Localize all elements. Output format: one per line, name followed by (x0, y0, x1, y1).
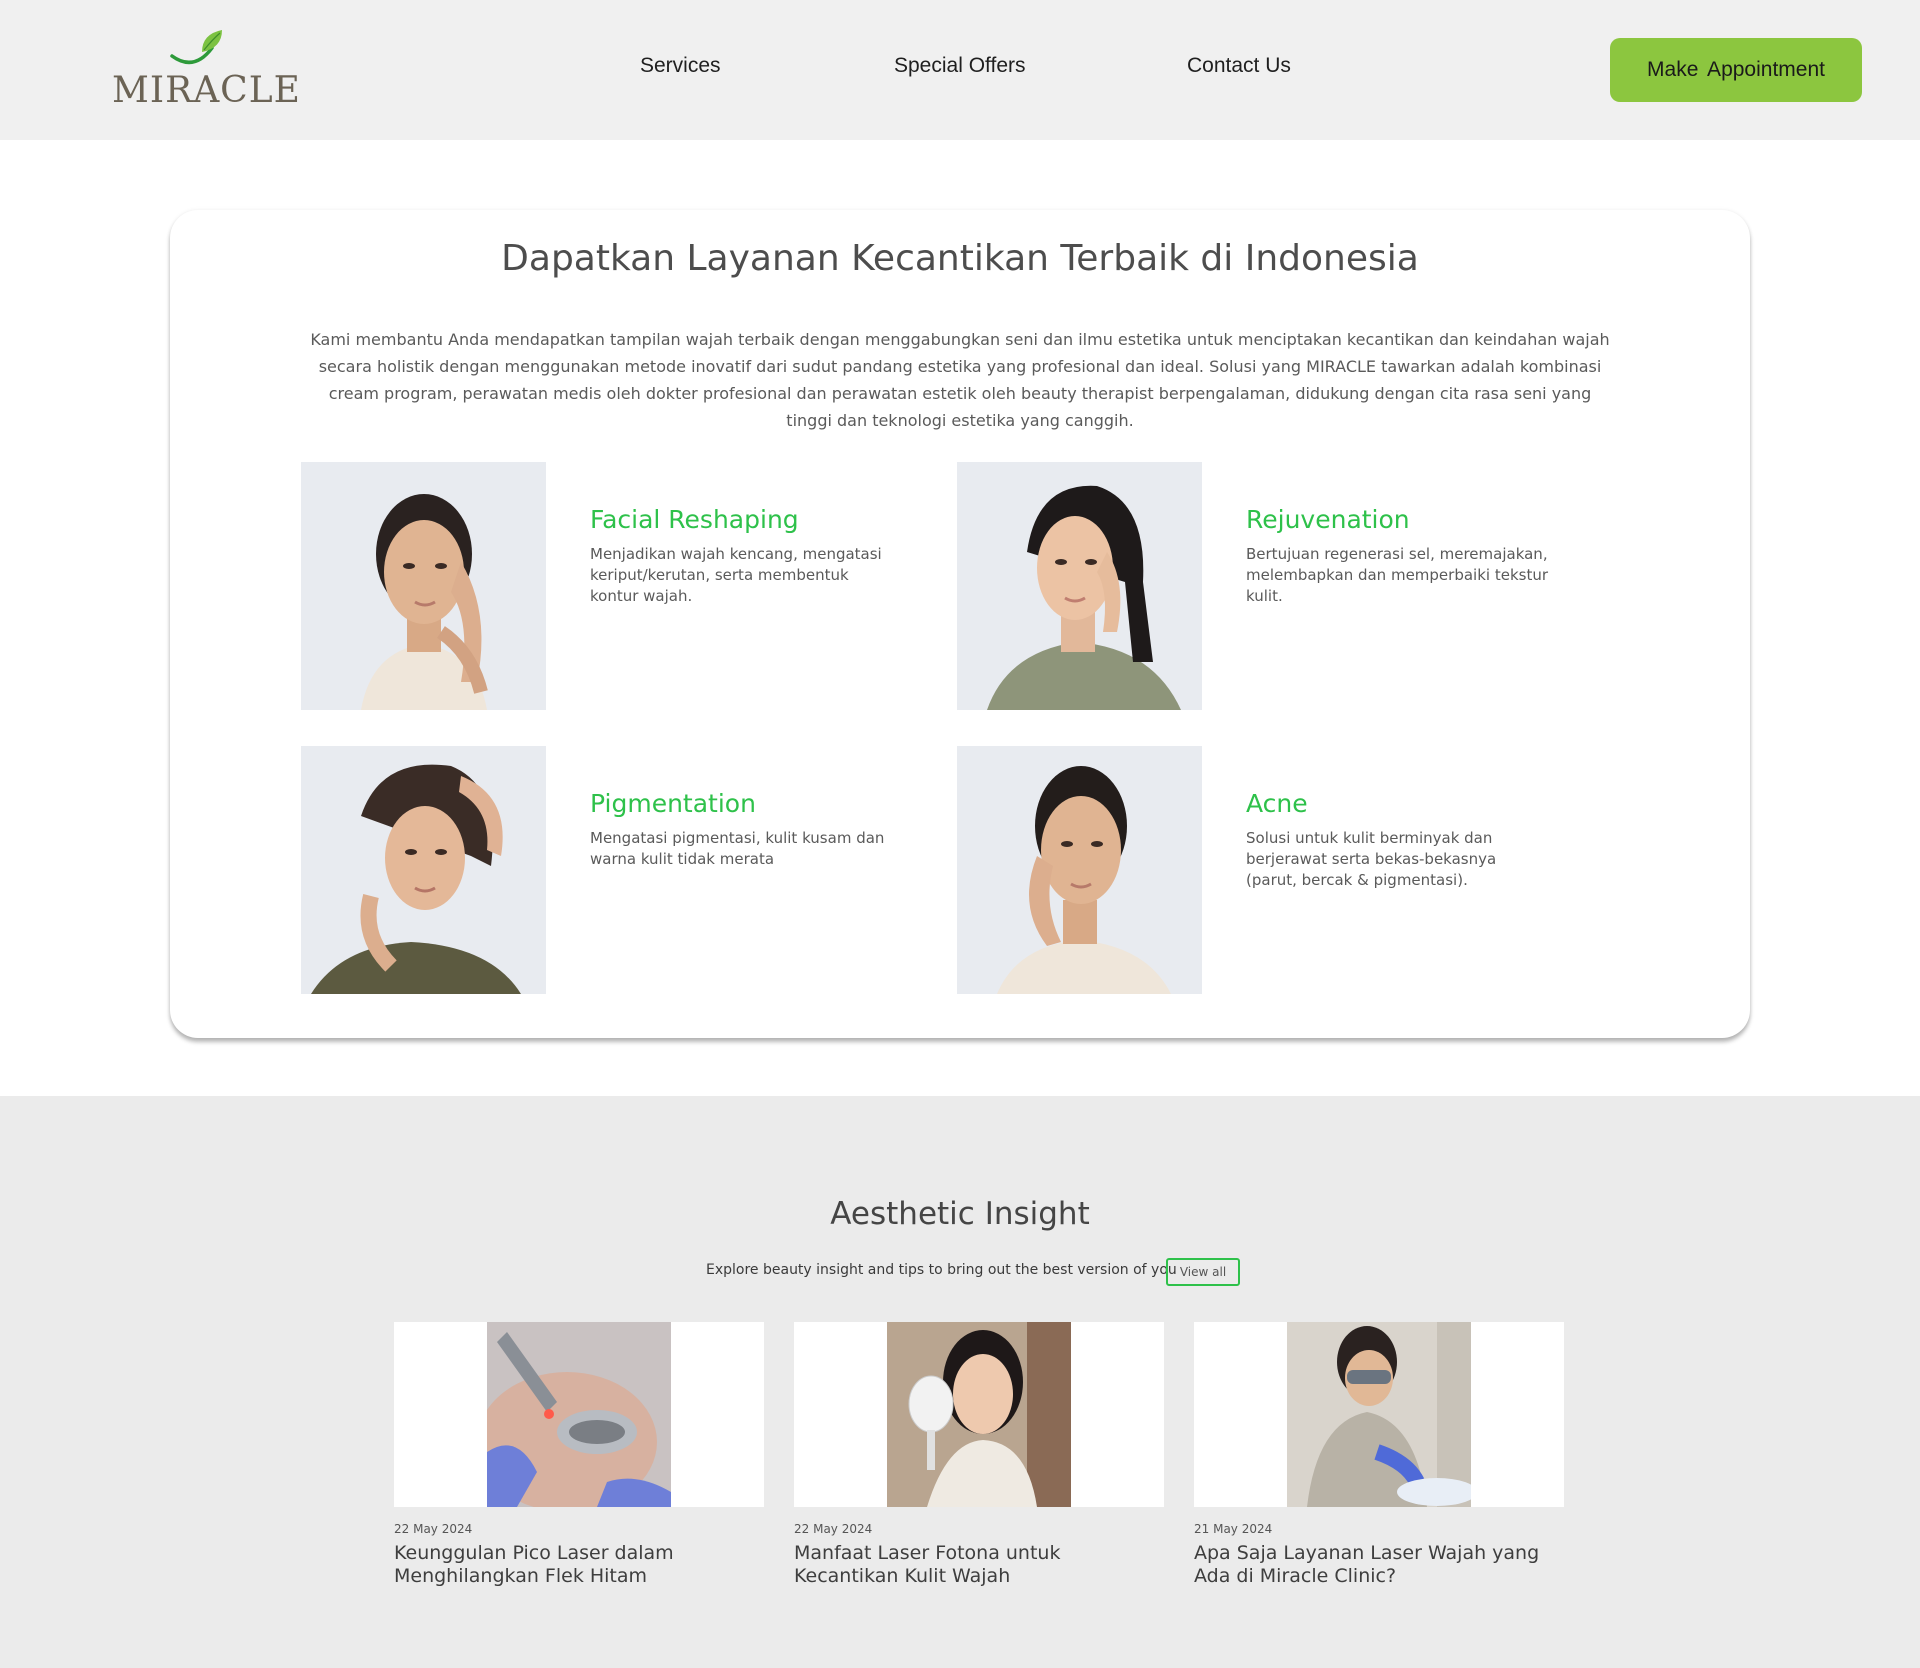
services-heading: Dapatkan Layanan Kecantikan Terbaik di I… (501, 238, 1419, 279)
service-desc-rejuvenation: Bertujuan regenerasi sel, meremajakan, m… (1246, 545, 1548, 605)
service-title-rejuvenation[interactable]: Rejuvenation (1246, 505, 1410, 534)
fotona-laser-photo (887, 1322, 1071, 1507)
services-description: Kami membantu Anda mendapatkan tampilan … (310, 330, 1610, 430)
rejuvenation-photo (957, 462, 1202, 710)
site-header: MIRACLE Services Special Offers Contact … (0, 0, 1920, 140)
insight-section: Aesthetic Insight Explore beauty insight… (0, 1096, 1920, 1668)
pigmentation-photo (301, 746, 546, 994)
facial-reshaping-photo (301, 462, 546, 710)
nav-services[interactable]: Services (640, 54, 721, 78)
article-title[interactable]: Keunggulan Pico Laser dalam Menghilangka… (394, 1542, 764, 1588)
nav-special-offers[interactable]: Special Offers (894, 54, 1026, 78)
pico-laser-photo (487, 1322, 671, 1507)
laser-treatment-photo (1287, 1322, 1471, 1507)
article-thumbnail[interactable] (394, 1322, 764, 1507)
service-title-acne[interactable]: Acne (1246, 789, 1308, 818)
leaf-logo-icon (170, 30, 222, 65)
article-title[interactable]: Manfaat Laser Fotona untuk Kecantikan Ku… (794, 1542, 1164, 1588)
make-appointment-button[interactable]: Make Appointment (1610, 38, 1862, 102)
logo-wordmark: MIRACLE (112, 70, 301, 111)
article-date: 22 May 2024 (394, 1522, 473, 1536)
article-thumbnail[interactable] (1194, 1322, 1564, 1507)
service-title-facial-reshaping[interactable]: Facial Reshaping (590, 505, 799, 534)
article-date: 22 May 2024 (794, 1522, 873, 1536)
article-date: 21 May 2024 (1194, 1522, 1273, 1536)
miracle-logo[interactable]: MIRACLE (112, 28, 300, 112)
article-title[interactable]: Apa Saja Layanan Laser Wajah yang Ada di… (1194, 1542, 1564, 1588)
service-title-pigmentation[interactable]: Pigmentation (590, 789, 756, 818)
acne-photo (957, 746, 1202, 994)
article-thumbnail[interactable] (794, 1322, 1164, 1507)
insight-heading: Aesthetic Insight (830, 1196, 1090, 1232)
insight-subtitle: Explore beauty insight and tips to bring… (706, 1262, 1177, 1278)
service-desc-facial-reshaping: Menjadikan wajah kencang, mengatasi keri… (590, 545, 882, 605)
view-all-button[interactable]: View all (1166, 1258, 1240, 1286)
services-card: Dapatkan Layanan Kecantikan Terbaik di I… (170, 210, 1750, 1038)
nav-contact-us[interactable]: Contact Us (1187, 54, 1291, 78)
service-desc-pigmentation: Mengatasi pigmentasi, kulit kusam dan wa… (590, 829, 885, 868)
service-desc-acne: Solusi untuk kulit berminyak dan berjera… (1246, 829, 1497, 889)
